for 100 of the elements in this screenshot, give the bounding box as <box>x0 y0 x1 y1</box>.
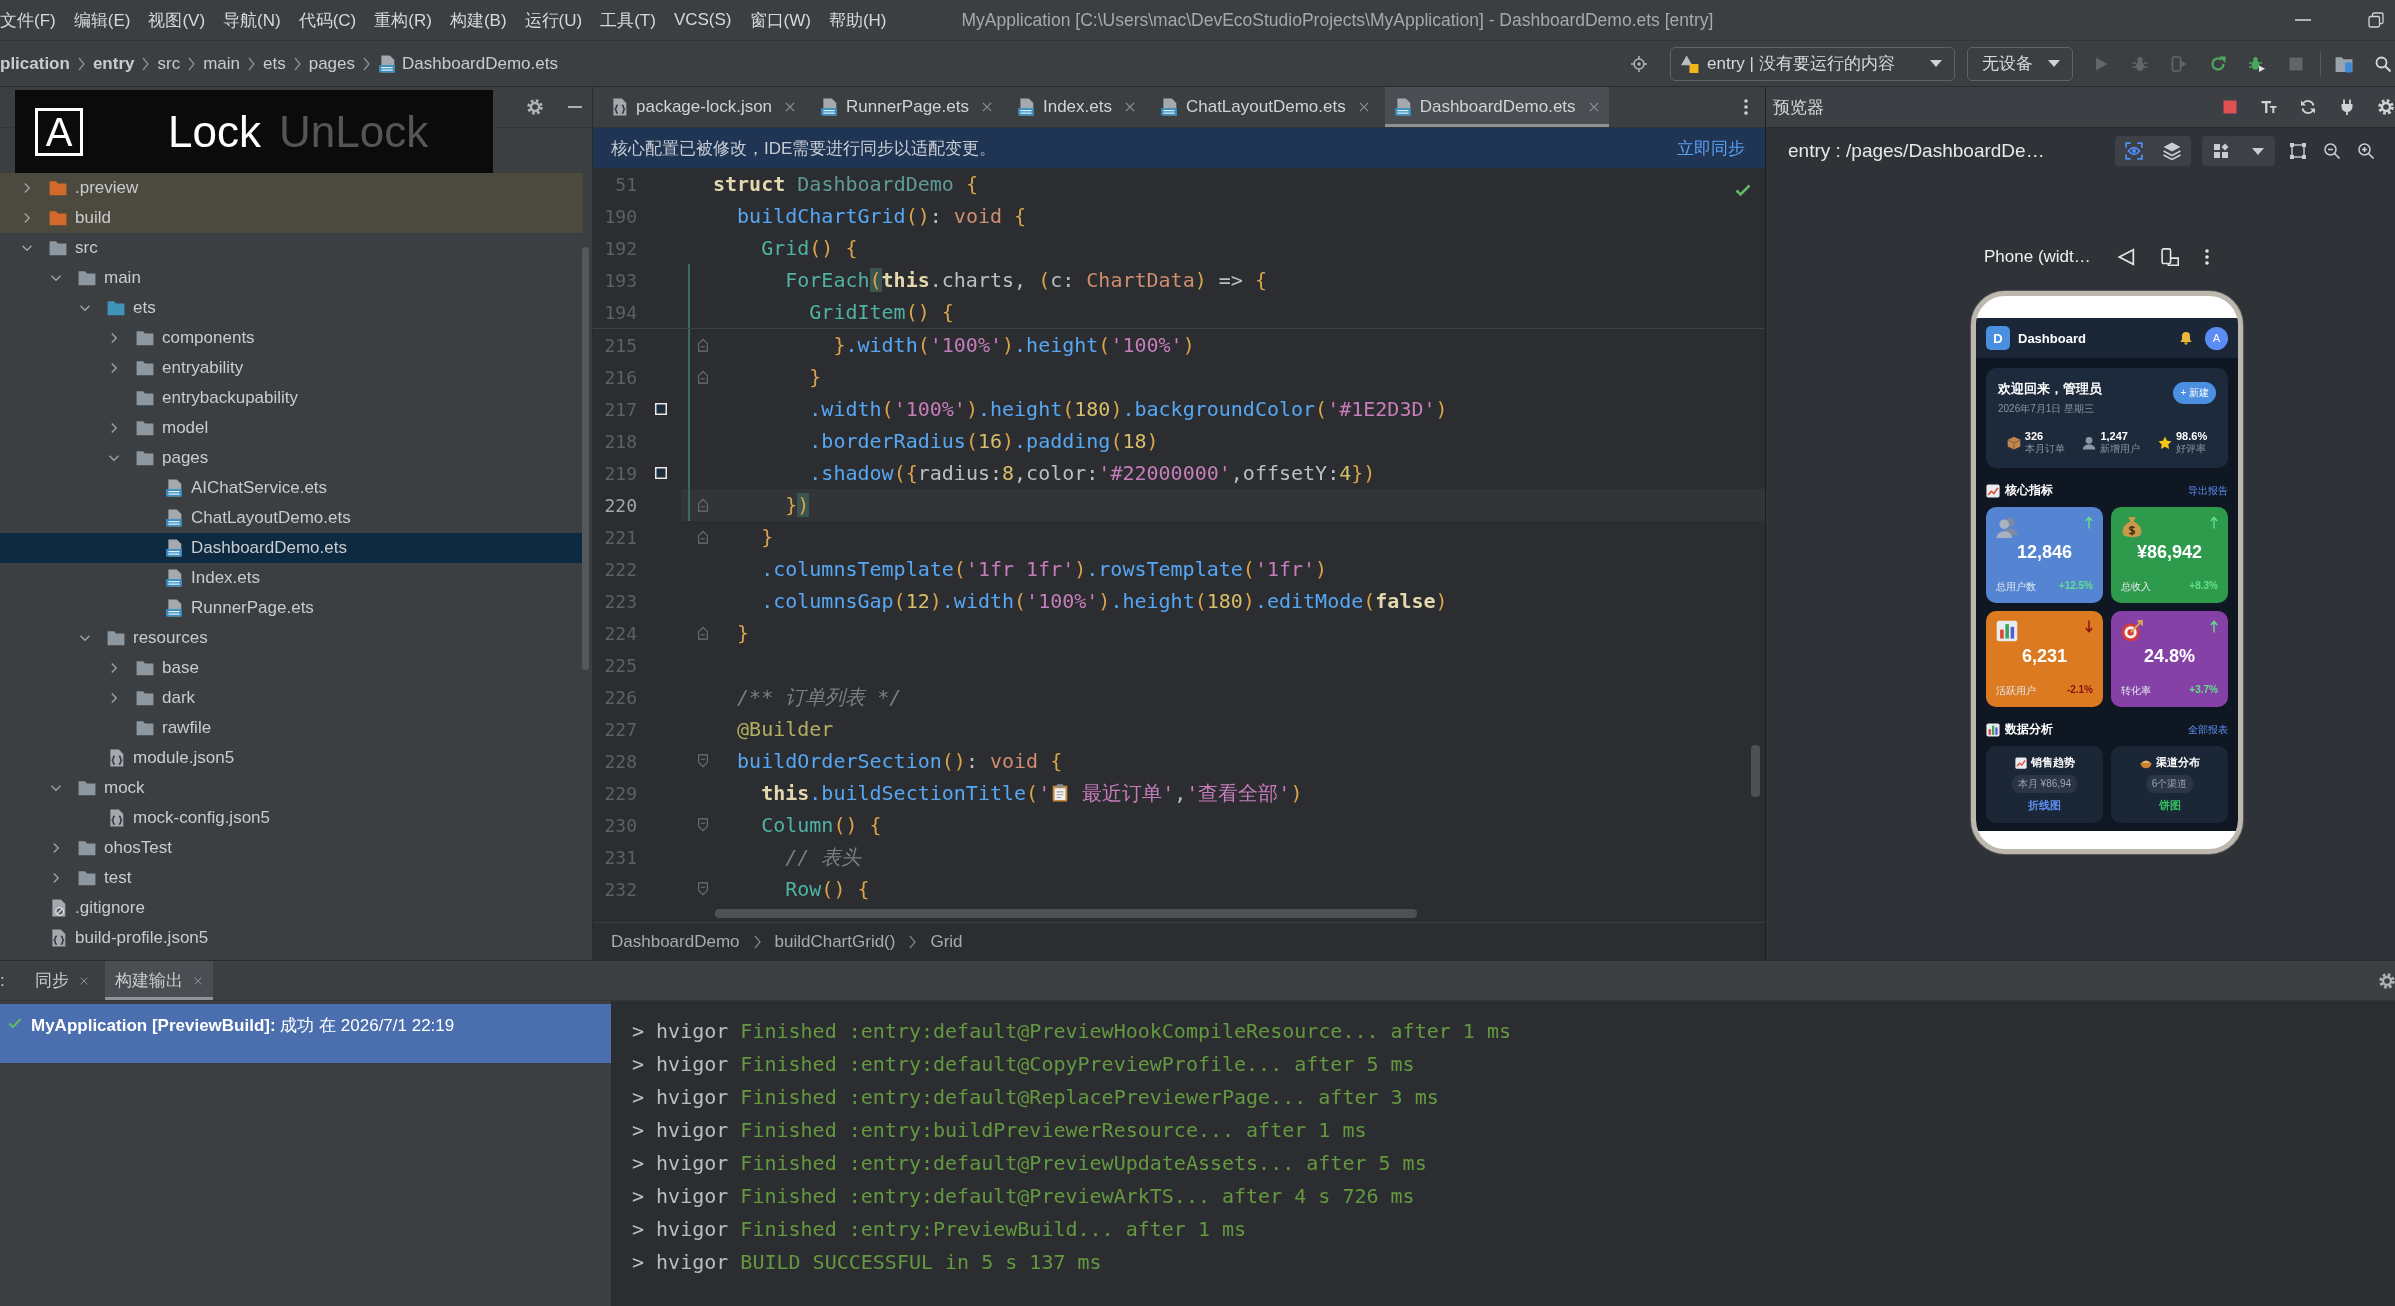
layers-icon[interactable] <box>2163 142 2181 160</box>
editor-tab[interactable]: RunnerPage.ets <box>811 87 1002 127</box>
breadcrumb[interactable]: DashboardDemo.ets <box>378 53 558 74</box>
menu-item[interactable]: 构建(B) <box>440 8 516 32</box>
settings-icon[interactable] <box>2379 972 2395 989</box>
settings-icon[interactable] <box>2378 99 2394 115</box>
zoom-in-icon[interactable] <box>2358 143 2374 159</box>
tree-item[interactable]: ChatLayoutDemo.ets <box>0 503 583 533</box>
close-icon[interactable] <box>192 975 203 986</box>
breadcrumb[interactable]: buildChartGrid() <box>774 931 896 952</box>
scrollbar-thumb[interactable] <box>1751 745 1760 797</box>
fold-icon[interactable] <box>696 754 710 768</box>
eye-icon[interactable] <box>2125 142 2143 160</box>
tree-item[interactable]: components <box>0 323 583 353</box>
settings-icon[interactable] <box>527 99 543 115</box>
close-icon[interactable] <box>784 101 797 113</box>
device-dropdown[interactable]: 无设备 <box>1967 46 2073 81</box>
tree-item[interactable]: build-profile.json5 <box>0 923 583 953</box>
close-icon[interactable] <box>1587 101 1600 113</box>
refresh-icon[interactable] <box>2300 99 2316 115</box>
close-icon[interactable] <box>1357 101 1370 113</box>
fold-icon[interactable] <box>696 338 710 352</box>
tree-item[interactable]: main <box>0 263 583 293</box>
menu-item[interactable]: 编辑(E) <box>64 8 140 32</box>
stop-icon[interactable] <box>2222 99 2238 115</box>
tree-item[interactable]: DashboardDemo.ets <box>0 533 583 563</box>
breadcrumb[interactable]: ets <box>263 53 286 74</box>
editor-tab[interactable]: ChatLayoutDemo.ets <box>1150 87 1379 127</box>
tree-item[interactable]: module.json5 <box>0 743 583 773</box>
tree-item[interactable]: base <box>0 653 583 683</box>
menu-item[interactable]: 帮助(H) <box>819 8 896 32</box>
menu-item[interactable]: 重构(R) <box>365 8 441 32</box>
panel-tab[interactable]: 同步 <box>24 961 99 1000</box>
tree-item[interactable]: .preview <box>0 173 583 203</box>
font-size-icon[interactable] <box>2261 99 2277 115</box>
editor-tab[interactable]: package-lock.json <box>601 87 806 127</box>
tree-item[interactable]: ets <box>0 293 583 323</box>
fold-icon[interactable] <box>696 498 710 512</box>
breadcrumb[interactable]: entry <box>92 53 135 74</box>
color-swatch-icon[interactable] <box>655 467 667 479</box>
menu-item[interactable]: 代码(C) <box>289 8 366 32</box>
crosshair-icon[interactable] <box>1631 55 1647 72</box>
fold-icon[interactable] <box>696 818 710 832</box>
more-icon[interactable] <box>1744 99 1748 115</box>
reload-icon[interactable] <box>2210 55 2226 72</box>
tree-item[interactable]: model <box>0 413 583 443</box>
fold-icon[interactable] <box>696 370 710 384</box>
menu-item[interactable]: 运行(U) <box>515 8 592 32</box>
caret-down-icon[interactable] <box>2251 147 2264 155</box>
component-dropdown[interactable] <box>2202 136 2275 166</box>
triangle-left-icon[interactable] <box>2116 248 2135 266</box>
tree-item[interactable]: rawfile <box>0 713 583 743</box>
fold-icon[interactable] <box>696 882 710 896</box>
menu-item[interactable]: VCS(S) <box>664 10 741 30</box>
close-icon[interactable] <box>980 101 993 113</box>
plug-icon[interactable] <box>2339 99 2355 115</box>
bell-icon[interactable] <box>2179 331 2193 345</box>
tree-item[interactable]: ohosTest <box>0 833 583 863</box>
menu-item[interactable]: 窗口(W) <box>740 8 820 32</box>
zoom-out-icon[interactable] <box>2324 143 2340 159</box>
breadcrumb[interactable]: main <box>203 53 240 74</box>
build-item[interactable]: MyApplication [PreviewBuild]: 成功 在 2026/7/1 22:19 <box>0 1004 611 1063</box>
breadcrumb[interactable]: pages <box>308 53 356 74</box>
fold-icon[interactable] <box>696 530 710 544</box>
tree-item[interactable]: dark <box>0 683 583 713</box>
tree-item[interactable]: mock <box>0 773 583 803</box>
tree-item[interactable]: entrybackupability <box>0 383 583 413</box>
sync-now-link[interactable]: 立即同步 <box>1677 136 1745 160</box>
menu-item[interactable]: 文件(F) <box>0 8 65 32</box>
tree-item[interactable]: mock-config.json5 <box>0 803 583 833</box>
scrollbar-thumb[interactable] <box>582 247 589 670</box>
search-icon[interactable] <box>2375 55 2391 72</box>
tree-item[interactable]: AIChatService.ets <box>0 473 583 503</box>
tree-item[interactable]: src <box>0 233 583 263</box>
editor-tab[interactable]: Index.ets <box>1007 87 1145 127</box>
metric-card[interactable]: ¥86,942 总收入 +8.3% <box>2111 507 2228 603</box>
tree-item[interactable]: entryability <box>0 353 583 383</box>
breadcrumb[interactable]: src <box>157 53 181 74</box>
tree-item[interactable]: .gitignore <box>0 893 583 923</box>
breadcrumb[interactable]: Grid <box>930 931 963 952</box>
tree-item[interactable]: build <box>0 203 583 233</box>
fold-icon[interactable] <box>696 626 710 640</box>
section-link[interactable]: 导出报告 <box>2188 483 2228 498</box>
editor-tab[interactable]: DashboardDemo.ets <box>1384 87 1609 127</box>
tree-item[interactable]: resources <box>0 623 583 653</box>
section-link[interactable]: 全部报表 <box>2188 722 2228 737</box>
horizontal-scrollbar[interactable] <box>715 909 1417 918</box>
new-button[interactable]: + 新建 <box>2173 382 2216 404</box>
panel-tab[interactable]: 构建输出 <box>104 961 213 1000</box>
bug-arrow-icon[interactable] <box>2249 55 2265 72</box>
breadcrumb[interactable]: DashboardDemo <box>611 931 740 952</box>
tree-item[interactable]: pages <box>0 443 583 473</box>
color-swatch-icon[interactable] <box>655 403 667 415</box>
tree-item[interactable]: RunnerPage.ets <box>0 593 583 623</box>
grid-icon[interactable] <box>2213 143 2230 159</box>
chart-card[interactable]: 渠道分布 6个渠道 饼图 <box>2111 746 2228 823</box>
run-configuration-dropdown[interactable]: entry | 没有要运行的内容 <box>1670 46 1955 81</box>
menu-item[interactable]: 导航(N) <box>214 8 290 32</box>
menu-item[interactable]: 工具(T) <box>591 8 665 32</box>
more-icon[interactable] <box>2204 249 2209 265</box>
